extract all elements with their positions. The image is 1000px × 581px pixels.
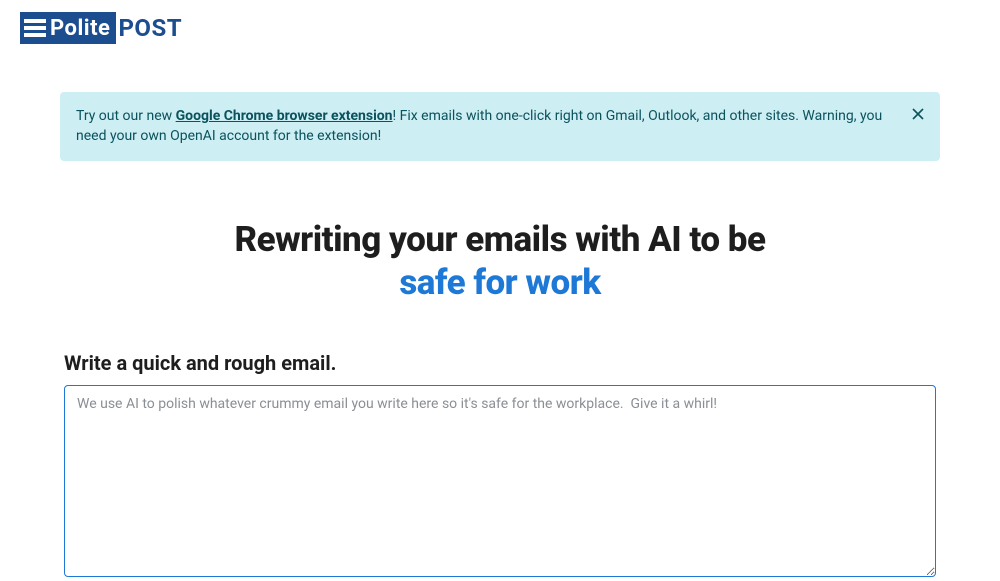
banner-extension-link[interactable]: Google Chrome browser extension bbox=[176, 108, 393, 124]
logo-text-post: POST bbox=[118, 14, 182, 42]
heading-line-1: Rewriting your emails with AI to be bbox=[60, 219, 940, 260]
email-input[interactable] bbox=[64, 385, 936, 577]
heading-line-2: safe for work bbox=[60, 262, 940, 303]
email-form: Write a quick and rough email. bbox=[60, 351, 940, 581]
site-logo[interactable]: Polite POST bbox=[0, 0, 1000, 52]
page-heading: Rewriting your emails with AI to be safe… bbox=[60, 219, 940, 303]
logo-text-polite: Polite bbox=[50, 16, 110, 41]
banner-text-prefix: Try out our new bbox=[76, 108, 176, 124]
close-icon[interactable] bbox=[908, 104, 928, 124]
logo-box: Polite bbox=[20, 12, 116, 44]
email-input-label: Write a quick and rough email. bbox=[64, 351, 936, 375]
menu-icon bbox=[24, 19, 46, 37]
notice-banner: Try out our new Google Chrome browser ex… bbox=[60, 92, 940, 161]
